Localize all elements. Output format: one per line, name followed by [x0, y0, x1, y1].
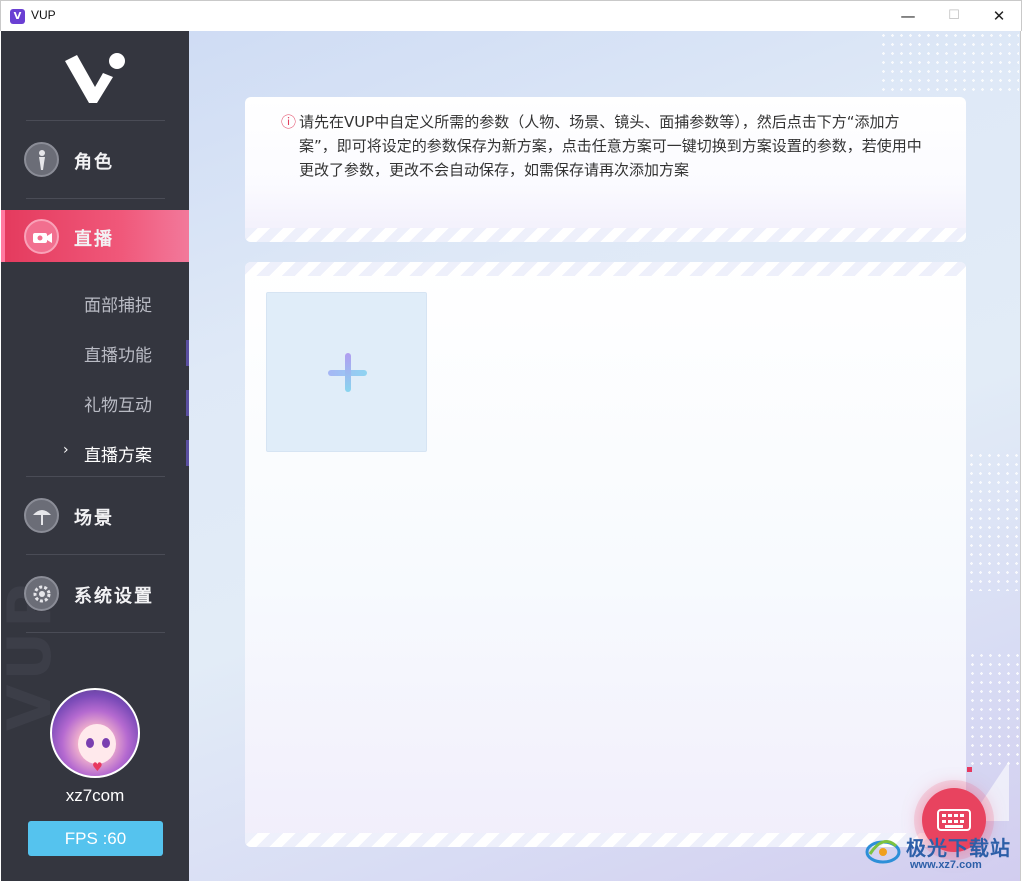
watermark-url: www.xz7.com — [910, 859, 982, 871]
notice-text: 请先在VUP中自定义所需的参数（人物、场景、镜头、面捕参数等），然后点击下方“添… — [299, 113, 922, 179]
minimize-button[interactable]: — — [885, 1, 931, 31]
character-icon — [24, 142, 59, 177]
sub-item-live-functions[interactable]: 直播功能 — [1, 332, 189, 372]
username: xz7com — [65, 786, 125, 805]
nav-item-scene[interactable]: 场景 — [1, 489, 189, 541]
decorative-dots — [959, 651, 1020, 771]
notice-card: ⓘ 请先在VUP中自定义所需的参数（人物、场景、镜头、面捕参数等），然后点击下方… — [245, 97, 966, 242]
decorative-dots — [967, 451, 1020, 591]
umbrella-scene-icon — [24, 498, 59, 533]
sidebar-divider — [26, 476, 165, 477]
nav-label: 直播 — [74, 229, 114, 250]
app-logo-icon: V — [10, 9, 25, 24]
plans-card — [245, 262, 966, 847]
nav-item-character[interactable]: 角色 — [1, 133, 189, 185]
sidebar-divider — [26, 198, 165, 199]
avatar[interactable]: ♥ — [50, 688, 140, 778]
window-title-bar: V VUP — ☐ ✕ — [0, 0, 1022, 31]
nav-label: 角色 — [74, 152, 114, 173]
card-stripe — [245, 228, 966, 242]
close-button[interactable]: ✕ — [976, 1, 1022, 31]
live-camera-icon — [24, 219, 59, 254]
chevron-right-icon: › — [63, 442, 69, 458]
sub-item-label: 礼物互动 — [84, 396, 152, 416]
watermark-title: 极光下载站 — [906, 836, 1011, 860]
sub-item-label: 直播功能 — [84, 346, 152, 366]
sidebar: VUP 角色 直播 面部捕捉 直播功能 礼物互动 › 直播方案 场景 系统设置 … — [1, 31, 189, 881]
sub-item-face-capture[interactable]: 面部捕捉 — [1, 282, 189, 322]
nav-label: 场景 — [74, 508, 114, 529]
nav-item-live[interactable]: 直播 — [1, 210, 189, 262]
add-plan-button[interactable] — [266, 292, 427, 452]
sidebar-divider — [26, 120, 165, 121]
nav-label: 系统设置 — [74, 586, 154, 607]
decorative-dots — [879, 31, 1019, 91]
sub-item-live-plans[interactable]: › 直播方案 — [1, 432, 189, 472]
decorative-square — [967, 767, 972, 772]
nav-item-settings[interactable]: 系统设置 — [1, 567, 189, 619]
card-stripe — [245, 262, 966, 276]
main-content: ⓘ 请先在VUP中自定义所需的参数（人物、场景、镜头、面捕参数等），然后点击下方… — [189, 31, 1021, 881]
gear-icon — [24, 576, 59, 611]
sidebar-divider — [26, 554, 165, 555]
aurora-logo-icon — [865, 840, 901, 864]
sub-item-label: 直播方案 — [84, 446, 152, 466]
card-stripe — [245, 833, 966, 847]
site-watermark: 极光下载站 www.xz7.com — [862, 826, 1022, 882]
plus-icon — [345, 353, 351, 392]
sub-item-gift-interaction[interactable]: 礼物互动 — [1, 382, 189, 422]
heart-icon: ♥ — [92, 760, 103, 774]
window-title: VUP — [31, 8, 56, 22]
avatar-eye — [86, 738, 94, 748]
avatar-face — [78, 724, 116, 764]
info-icon: ⓘ — [281, 113, 297, 131]
avatar-eye — [102, 738, 110, 748]
maximize-button[interactable]: ☐ — [931, 1, 977, 31]
sub-item-label: 面部捕捉 — [84, 296, 152, 316]
sidebar-divider — [26, 632, 165, 633]
vup-logo-icon — [65, 53, 125, 103]
fps-indicator: FPS :60 — [28, 821, 163, 856]
